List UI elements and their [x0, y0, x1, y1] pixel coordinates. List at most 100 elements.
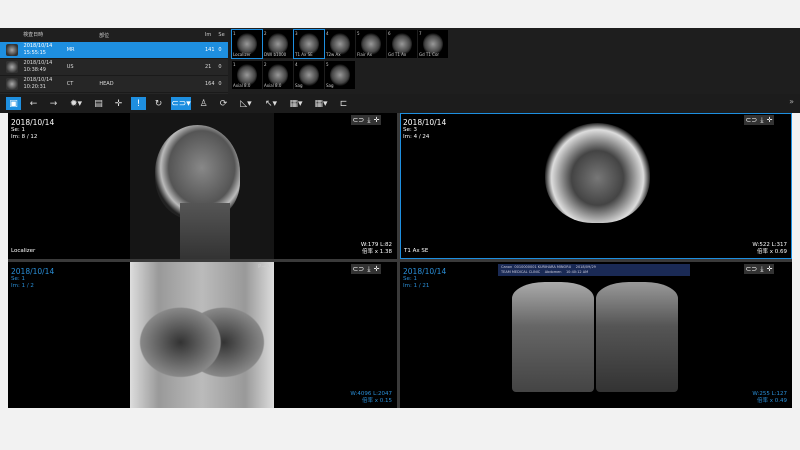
download-icon[interactable]: ⤓: [367, 116, 370, 125]
series-thumbnail[interactable]: 5 Flair Ax: [356, 30, 386, 58]
viewport-series-label: T1 Ax SE: [404, 248, 429, 254]
ultrasound-image-right: [596, 282, 678, 392]
ultrasound-header: Canon 0010000001 KURIHARA MINORU 2018/09…: [498, 264, 690, 276]
download-icon[interactable]: ⤓: [760, 265, 763, 274]
header-im[interactable]: Im: [205, 32, 218, 38]
overlay-top-left: 2018/10/14 Se: 1 Im: 1 / 2: [11, 267, 54, 290]
header-se[interactable]: Se: [218, 32, 228, 38]
thumbnail-number: 1: [233, 31, 236, 36]
series-thumbnail[interactable]: 2 DWI b1000: [263, 30, 293, 58]
series-thumbnail[interactable]: 4 Sag: [294, 61, 324, 89]
study-thumbnail: [6, 61, 18, 73]
link-icon[interactable]: ⊂⊃: [746, 116, 758, 124]
study-im: 141: [204, 47, 215, 53]
header-date[interactable]: 検査日時: [23, 32, 66, 39]
study-body-part: HEAD: [99, 81, 114, 87]
annotation-icon[interactable]: !: [131, 97, 146, 110]
thumbnail-label: T2w Ax: [326, 52, 341, 57]
ultrasound-region: Abdomen: [544, 269, 562, 274]
study-modality: MR: [66, 47, 75, 53]
thumbnail-number: 5: [357, 31, 360, 36]
series-thumbnail[interactable]: 4 T2w Ax: [325, 30, 355, 58]
move-icon[interactable]: ✛: [374, 265, 380, 273]
export-icon[interactable]: ⊏: [336, 97, 351, 110]
window-level: W:179 L:82: [360, 242, 392, 248]
viewport-grid: 2018/10/14 Se: 1 Im: 8 / 12 ⊂⊃ ⤓ ✛ Localiz…: [8, 113, 792, 408]
thumbnail-number: 1: [233, 62, 236, 67]
back-arrow-icon[interactable]: ←: [26, 97, 41, 110]
viewport-tools: ⊂⊃ ⤓ ✛: [351, 264, 381, 274]
rotate-icon[interactable]: ↻: [151, 97, 166, 110]
thumbnail-label: T1 Ax SE: [295, 52, 313, 57]
study-row[interactable]: 2018/10/14 10:20:31 CT HEAD 164 0: [0, 76, 228, 93]
series-thumbnail[interactable]: 7 Gd T1 Cor: [418, 30, 448, 58]
study-list-header: 検査日時 部位 Im Se: [0, 28, 228, 42]
overlay-bottom-right: W:179 L:82 倍率 x 1.38: [361, 242, 392, 256]
study-time: 10:38:49: [23, 67, 46, 73]
header-body-part[interactable]: 部位: [99, 32, 205, 39]
study-row[interactable]: 2018/10/14 10:38:49 US 21 0: [0, 59, 228, 76]
pointer-icon[interactable]: ↖▾: [261, 97, 281, 110]
study-date: 2018/10/14: [23, 43, 53, 49]
overlay-bottom-right: W:522 L:317 倍率 x 0.69: [752, 242, 787, 256]
study-modality: US: [66, 64, 74, 70]
thumbnail-label: Sag: [295, 83, 303, 88]
thumbnail-label: Flair Ax: [357, 52, 372, 57]
zoom-level: 倍率 x 0.49: [757, 398, 787, 404]
study-thumbnail: [6, 78, 18, 90]
refresh-icon[interactable]: ⟳: [216, 97, 231, 110]
layout-icon[interactable]: ▣: [6, 97, 21, 110]
thumbnail-number: 2: [264, 62, 267, 67]
fit-screen-icon[interactable]: ▤: [91, 97, 106, 110]
toolbar: ▣ ← → ✹▾ ▤ ✛ ! ↻ ⊂⊃▾ ♙ ⟳ ◺▾ ↖▾ ▦▾ ▦▾ ⊏ »: [0, 94, 800, 113]
thumbnail-number: 2: [264, 31, 267, 36]
forward-arrow-icon[interactable]: →: [46, 97, 61, 110]
link-icon[interactable]: ⊂⊃: [353, 116, 365, 124]
sagittal-mr-image: [130, 113, 274, 259]
move-icon[interactable]: ✛: [767, 116, 773, 124]
ultrasound-image-left: [512, 282, 594, 392]
study-list: 検査日時 部位 Im Se 2018/10/14 15:55:15 MR 141 …: [0, 28, 228, 94]
series-layout-icon[interactable]: ▦▾: [311, 97, 331, 110]
zoom-level: 倍率 x 1.38: [362, 249, 392, 255]
grid-layout-icon[interactable]: ▦▾: [286, 97, 306, 110]
study-time: 10:20:31: [23, 84, 46, 90]
viewport-ultrasound[interactable]: Canon 0010000001 KURIHARA MINORU 2018/09…: [400, 262, 792, 408]
study-date: 2018/10/14: [23, 77, 53, 83]
axial-mr-image: [545, 123, 650, 223]
thumbnail-label: Gd T1 Cor: [419, 52, 440, 57]
series-thumbnail[interactable]: 1 Localizer: [231, 29, 263, 59]
window-level: W:255 L:127: [752, 391, 787, 397]
brightness-icon[interactable]: ✹▾: [66, 97, 86, 110]
zoom-level: 倍率 x 0.69: [757, 249, 787, 255]
viewport-series: Se: 1: [11, 276, 25, 282]
person-icon[interactable]: ♙: [196, 97, 211, 110]
pan-icon[interactable]: ✛: [111, 97, 126, 110]
series-thumbnail[interactable]: 6 Gd T1 Ax: [387, 30, 417, 58]
thumbnail-number: 7: [419, 31, 422, 36]
angle-icon[interactable]: ◺▾: [236, 97, 256, 110]
series-thumbnail[interactable]: 3 T1 Ax SE: [293, 29, 325, 59]
link-icon[interactable]: ⊂⊃: [746, 265, 758, 273]
window-level: W:522 L:317: [752, 242, 787, 248]
study-row[interactable]: 2018/10/14 15:55:15 MR 141 0: [0, 42, 228, 59]
top-panel: 検査日時 部位 Im Se 2018/10/14 15:55:15 MR 141 …: [0, 28, 800, 94]
study-modality: CT: [66, 81, 74, 87]
viewport-chest-xray[interactable]: R P→A 2018/10/14 Se: 1 Im: 1 / 2 ⊂⊃ ⤓ ✛ W:…: [8, 262, 397, 408]
download-icon[interactable]: ⤓: [367, 265, 370, 274]
overlay-bottom-right: W:255 L:127 倍率 x 0.49: [752, 391, 787, 405]
move-icon[interactable]: ✛: [767, 265, 773, 273]
thumbnail-number: 6: [388, 31, 391, 36]
link-icon[interactable]: ⊂⊃: [353, 265, 365, 273]
link-icon[interactable]: ⊂⊃▾: [171, 97, 191, 110]
viewport-t1-ax[interactable]: 2018/10/14 Se: 3 Im: 4 / 24 ⊂⊃ ⤓ ✛ T1 Ax S…: [400, 113, 792, 259]
series-thumbnail[interactable]: 5 Sag: [325, 61, 355, 89]
viewport-localizer[interactable]: 2018/10/14 Se: 1 Im: 8 / 12 ⊂⊃ ⤓ ✛ Localiz…: [8, 113, 397, 259]
move-icon[interactable]: ✛: [374, 116, 380, 124]
more-icon[interactable]: »: [789, 97, 794, 106]
download-icon[interactable]: ⤓: [760, 116, 763, 125]
viewport-date: 2018/10/14: [11, 267, 55, 276]
series-thumbnail[interactable]: 2 Axial 8.0: [263, 61, 293, 89]
overlay-bottom-right: W:4096 L:2047 倍率 x 0.15: [350, 391, 392, 405]
series-thumbnail[interactable]: 1 Axial 8.0: [232, 61, 262, 89]
